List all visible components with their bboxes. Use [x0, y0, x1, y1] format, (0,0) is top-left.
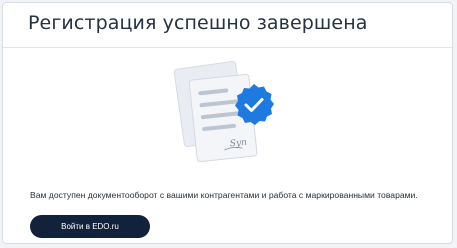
- login-edo-button[interactable]: Войти в EDO.ru: [30, 215, 150, 238]
- documents-signed-illustration: Syn: [171, 59, 283, 169]
- success-message: Вам доступен документооборот с вашими ко…: [30, 190, 418, 200]
- page-title: Регистрация успешно завершена: [28, 12, 368, 34]
- check-badge-icon: [235, 84, 274, 125]
- header-divider: [3, 47, 452, 48]
- registration-success-card: Регистрация успешно завершена Syn Вам до…: [2, 2, 453, 244]
